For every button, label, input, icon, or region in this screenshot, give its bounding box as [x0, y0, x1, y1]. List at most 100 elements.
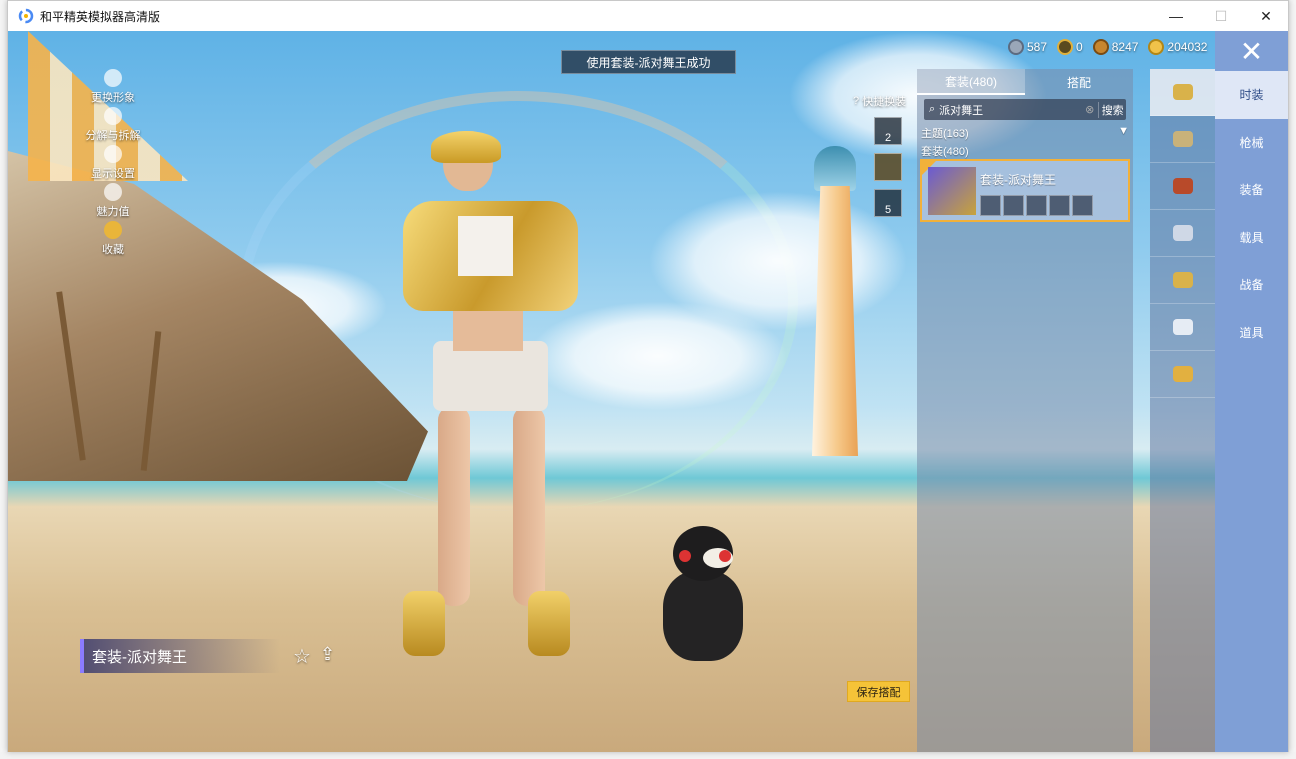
tab-suits[interactable]: 套装(480): [917, 69, 1025, 95]
desktop-bottom-edge: [0, 752, 1296, 759]
search-input[interactable]: [935, 103, 1082, 116]
desktop-right-edge: [1289, 0, 1296, 759]
silver-coin-icon: [1008, 39, 1024, 55]
maximize-button[interactable]: ☐: [1198, 1, 1244, 31]
theme-filter[interactable]: 主题(163) ▼: [921, 125, 1129, 141]
crown-icon: [104, 221, 122, 239]
category-icon-fashion[interactable]: [1150, 69, 1215, 116]
gold-coin-icon: [1148, 39, 1165, 55]
category-icon-parachute[interactable]: [1150, 351, 1215, 398]
quick-swap-header[interactable]: ? 快捷换装: [853, 93, 923, 109]
parachute-icon: [1172, 366, 1193, 382]
wardrobe-panel: 套装(480) 搭配 ⌕ ⊗ 搜索 主题(163) ▼ 套装(480) 套装-派…: [917, 69, 1133, 752]
change-appearance-button[interactable]: 更换形象: [68, 67, 158, 105]
close-window-button[interactable]: ✕: [1243, 1, 1289, 31]
display-settings-button[interactable]: 显示设置: [68, 143, 158, 181]
search-bar: ⌕ ⊗ 搜索: [924, 99, 1126, 120]
category-icon-shoes[interactable]: [1150, 163, 1215, 210]
mask-icon: [1172, 225, 1193, 241]
character-shorts: [433, 341, 548, 411]
charm-button[interactable]: 魅力值: [68, 181, 158, 219]
search-button[interactable]: 搜索: [1098, 101, 1126, 118]
left-action-menu: 更换形象 分解与拆解 显示设置 魅力值 收藏: [68, 67, 158, 257]
gear-icon: [104, 107, 122, 125]
pet-bear[interactable]: [658, 526, 748, 666]
quick-swap-label: 快捷换装: [862, 96, 907, 108]
currency-value: 204032: [1167, 40, 1208, 54]
category-icon-mask[interactable]: [1150, 210, 1215, 257]
character-leg: [513, 406, 545, 606]
share-icon[interactable]: ⇪: [320, 644, 342, 666]
help-icon[interactable]: ?: [853, 95, 859, 107]
lighthouse-lamp: [814, 146, 856, 191]
category-fashion[interactable]: 时装: [1215, 71, 1288, 119]
title-bar[interactable]: 和平精英模拟器高清版 — ☐ ✕: [8, 1, 1288, 31]
category-vehicles[interactable]: 载具: [1215, 214, 1288, 262]
save-outfit-button[interactable]: 保存搭配: [847, 681, 910, 702]
emulator-window: 和平精英模拟器高清版 — ☐ ✕ 使用套装-派对舞王成功 587 0 8247 …: [7, 0, 1289, 752]
category-equipment[interactable]: 装备: [1215, 166, 1288, 214]
collection-button[interactable]: 收藏: [68, 219, 158, 257]
desktop-left-edge: [0, 0, 7, 759]
suit-parts-list: [980, 195, 1093, 216]
suit-count-label: 套装(480): [921, 146, 969, 158]
currency-bar: 587 0 8247 204032: [1008, 39, 1207, 55]
eye-icon: [104, 145, 122, 163]
category-icon-backpack[interactable]: [1150, 304, 1215, 351]
character-leg: [438, 406, 470, 606]
lighthouse-tower: [812, 186, 858, 456]
currency-value: 587: [1027, 40, 1048, 54]
character-boot: [528, 591, 570, 656]
suit-part-pants[interactable]: [1026, 195, 1047, 216]
minimize-button[interactable]: —: [1153, 1, 1199, 31]
gloves-icon: [1172, 272, 1193, 288]
close-wardrobe-button[interactable]: ✕: [1215, 31, 1288, 71]
theme-label: 主题(163): [921, 128, 969, 140]
character-top: [458, 216, 513, 276]
person-icon: [104, 69, 122, 87]
outfit-icon: [1172, 84, 1193, 100]
currency-item: 204032: [1148, 39, 1207, 55]
quick-swap-panel: ? 快捷换装 2 5: [853, 93, 923, 217]
close-icon: ✕: [1239, 35, 1264, 67]
currency-value: 0: [1076, 40, 1083, 54]
suit-part-shoes[interactable]: [1049, 195, 1070, 216]
category-icon-gloves[interactable]: [1150, 257, 1215, 304]
clear-icon[interactable]: ⊗: [1081, 103, 1098, 116]
game-viewport: 使用套装-派对舞王成功 587 0 8247 204032 ✕ 更换形象 分解与…: [8, 31, 1288, 752]
decompose-button[interactable]: 分解与拆解: [68, 105, 158, 143]
character-cap: [431, 131, 501, 163]
quick-swap-slot[interactable]: 2: [874, 117, 902, 145]
currency-item: 8247: [1092, 39, 1138, 55]
category-icon-helmet[interactable]: [1150, 116, 1215, 163]
suit-card-selected[interactable]: 套装-派对舞王: [920, 159, 1130, 222]
category-weapons[interactable]: 枪械: [1215, 119, 1288, 167]
chevron-down-icon: ▼: [1118, 125, 1129, 137]
menu-label: 收藏: [102, 244, 124, 256]
quick-swap-slot[interactable]: [874, 153, 902, 181]
player-character[interactable]: [403, 131, 593, 661]
menu-label: 显示设置: [91, 168, 135, 180]
category-items[interactable]: 道具: [1215, 309, 1288, 357]
flame-icon: [104, 183, 122, 201]
suit-part-hat[interactable]: [980, 195, 1001, 216]
menu-label: 魅力值: [96, 206, 130, 218]
window-title: 和平精英模拟器高清版: [40, 9, 161, 24]
category-combat-gear[interactable]: 战备: [1215, 261, 1288, 309]
suit-thumbnail: [928, 167, 976, 215]
current-outfit-label: 套装-派对舞王: [80, 639, 280, 673]
category-sidebar: 时装 枪械 装备 载具 战备 道具: [1215, 71, 1288, 752]
bear-head: [673, 526, 733, 581]
bear-cheek: [719, 550, 731, 562]
uc-coin-icon: [1092, 39, 1109, 55]
favorite-star-icon[interactable]: ☆: [293, 644, 315, 668]
suit-part-accessory[interactable]: [1072, 195, 1093, 216]
quick-swap-slot[interactable]: 5: [874, 189, 902, 217]
suit-part-top[interactable]: [1003, 195, 1024, 216]
suit-card-name: 套装-派对舞王: [980, 173, 1056, 187]
menu-label: 分解与拆解: [85, 130, 141, 142]
bear-cheek: [679, 550, 691, 562]
status-toast: 使用套装-派对舞王成功: [561, 50, 736, 74]
tab-combination[interactable]: 搭配: [1025, 69, 1133, 95]
currency-item: 0: [1057, 39, 1083, 55]
